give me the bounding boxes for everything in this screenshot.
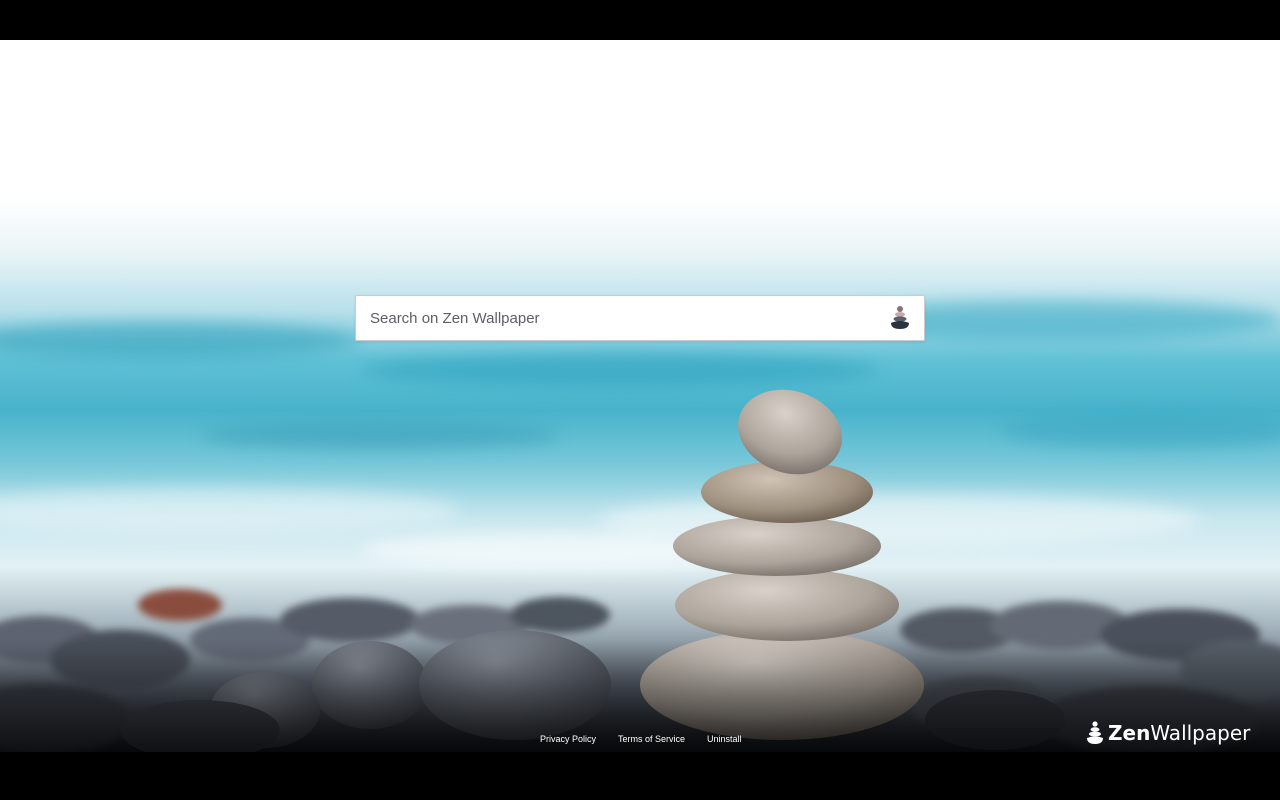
brand-name-part2: Wallpaper bbox=[1150, 721, 1251, 745]
search-input[interactable] bbox=[370, 296, 870, 340]
top-letterbox bbox=[0, 0, 1280, 40]
stone-stack-icon[interactable] bbox=[888, 305, 912, 331]
terms-of-service-link[interactable]: Terms of Service bbox=[618, 734, 685, 744]
brand-logo: ZenWallpaper bbox=[1086, 720, 1276, 746]
wallpaper-page: Privacy Policy Terms of Service Uninstal… bbox=[0, 40, 1280, 752]
brand-name-part1: Zen bbox=[1108, 721, 1151, 745]
search-box bbox=[355, 295, 925, 341]
uninstall-link[interactable]: Uninstall bbox=[707, 734, 742, 744]
bottom-letterbox bbox=[0, 752, 1280, 800]
stone-stack-logo-icon bbox=[1087, 721, 1103, 744]
brand-name: ZenWallpaper bbox=[1108, 720, 1250, 746]
privacy-policy-link[interactable]: Privacy Policy bbox=[540, 734, 596, 744]
zen-background-image bbox=[0, 40, 1280, 752]
